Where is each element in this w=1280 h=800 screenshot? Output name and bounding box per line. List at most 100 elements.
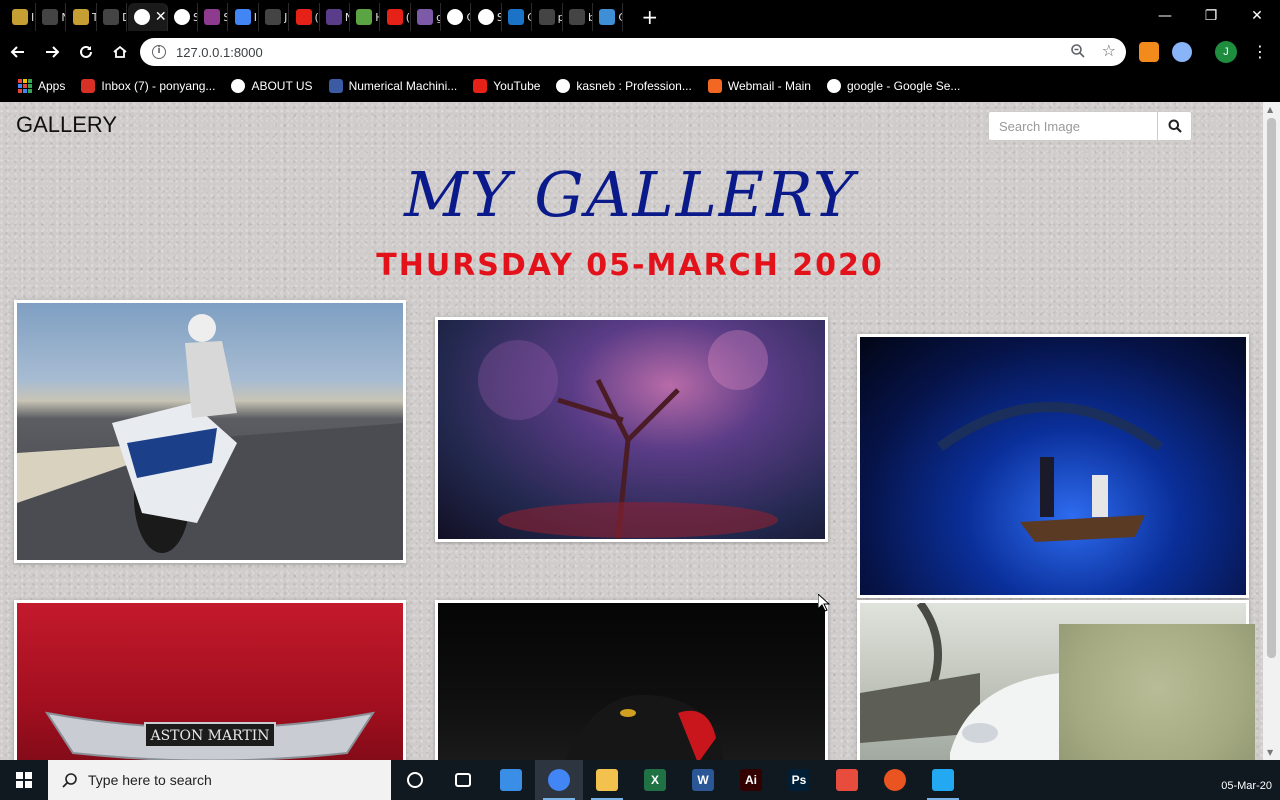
motorcycle-illustration — [17, 314, 403, 560]
mouse-cursor-icon — [818, 594, 830, 612]
bookmark-item[interactable]: Inbox (7) - ponyang... — [81, 79, 215, 93]
tab-title: G — [466, 11, 470, 24]
browser-toolbar: i 127.0.0.1:8000 ☆ — [0, 34, 1280, 70]
image-search-input[interactable] — [988, 111, 1158, 141]
address-bar[interactable]: i 127.0.0.1:8000 ☆ — [140, 38, 1126, 66]
taskbar-app-red-button[interactable] — [823, 760, 871, 800]
gallery-image-night-boat[interactable] — [857, 334, 1249, 598]
taskbar-illustrator-button[interactable]: Ai — [727, 760, 775, 800]
bookmark-item[interactable]: ABOUT US — [231, 79, 313, 93]
navbar-brand[interactable]: GALLERY — [16, 112, 117, 138]
minimize-button[interactable]: — — [1142, 0, 1188, 34]
gallery-image-fantasy-forest[interactable] — [435, 317, 828, 542]
tab-title: Ins — [253, 10, 258, 24]
taskbar-vscode-button[interactable] — [919, 760, 967, 800]
close-window-button[interactable]: ✕ — [1234, 0, 1280, 34]
taskbar-store-button[interactable] — [487, 760, 535, 800]
restore-button[interactable]: ❐ — [1188, 0, 1234, 34]
url-text[interactable]: 127.0.0.1:8000 — [176, 45, 263, 60]
gallery-image-covered-sports-car[interactable] — [435, 600, 828, 760]
browser-tab[interactable]: Hc — [350, 3, 381, 31]
boat-illustration — [937, 402, 1163, 542]
page-scrollbar[interactable]: ▲ ▼ — [1263, 102, 1280, 760]
bookmark-item[interactable]: Apps — [18, 79, 65, 93]
scroll-up-icon[interactable]: ▲ — [1267, 105, 1273, 114]
browser-tab[interactable]: Sla — [198, 3, 229, 31]
bookmark-favicon-icon — [81, 79, 96, 93]
taskbar-apps: X W Ai Ps — [391, 760, 967, 800]
browser-tab[interactable]: Cl — [502, 3, 533, 31]
taskbar-excel-button[interactable]: X — [631, 760, 679, 800]
browser-tab[interactable]: Sit — [168, 3, 198, 31]
bookmark-favicon-icon — [328, 79, 343, 93]
bookmark-favicon-icon — [556, 79, 571, 93]
tab-title: ph — [557, 10, 562, 24]
extension-icon[interactable] — [1139, 42, 1159, 62]
extension-icon[interactable] — [1172, 42, 1192, 62]
browser-tab[interactable]: ga — [411, 3, 442, 31]
tab-title: Ja — [284, 10, 288, 24]
browser-tab[interactable]: In — [6, 3, 36, 31]
forward-button[interactable] — [36, 36, 68, 68]
zoom-icon[interactable] — [1070, 43, 1086, 59]
close-tab-icon[interactable]: ✕ — [155, 9, 167, 25]
bookmark-item[interactable]: Numerical Machini... — [328, 79, 457, 93]
bookmark-star-icon[interactable]: ☆ — [1102, 41, 1116, 60]
home-button[interactable] — [104, 36, 136, 68]
browser-tab[interactable]: CC — [593, 3, 624, 31]
tab-favicon-icon — [417, 9, 434, 25]
browser-tab[interactable]: Na — [320, 3, 350, 31]
tab-favicon-icon — [42, 9, 59, 25]
store-icon — [500, 769, 522, 791]
browser-tab[interactable]: (6 — [290, 3, 320, 31]
taskbar-photoshop-button[interactable]: Ps — [775, 760, 823, 800]
chrome-icon — [548, 769, 570, 791]
taskbar-ubuntu-button[interactable] — [871, 760, 919, 800]
taskbar-task-view-button[interactable] — [439, 760, 487, 800]
site-info-icon[interactable]: i — [152, 45, 166, 59]
browser-tab[interactable]: ph — [533, 3, 563, 31]
bookmark-favicon-icon — [473, 79, 488, 93]
reload-icon — [80, 45, 92, 58]
browser-tab[interactable]: G — [441, 3, 472, 31]
profile-avatar[interactable]: J — [1215, 41, 1237, 63]
tab-list: In Ne Tu De ✕ Sit Sla Ins Ja (6 Na Hc (6 ga G Se Cl ph be C… — [0, 0, 662, 34]
browser-tab[interactable]: Ins — [229, 3, 259, 31]
reload-button[interactable] — [70, 36, 102, 68]
browser-tab[interactable]: Ne — [36, 3, 67, 31]
browser-tab[interactable]: Tu — [67, 3, 97, 31]
browser-tab[interactable]: De — [97, 3, 128, 31]
taskbar-file-explorer-button[interactable] — [583, 760, 631, 800]
windows-logo-icon — [16, 772, 32, 788]
gallery-image-aston-martin[interactable]: ASTON MARTIN — [14, 600, 406, 760]
tab-title: Ne — [61, 11, 65, 24]
bookmark-item[interactable]: google - Google Se... — [826, 79, 960, 93]
scrollbar-thumb[interactable] — [1267, 118, 1276, 658]
browser-menu-icon[interactable]: ⋮ — [1252, 42, 1268, 61]
browser-tab[interactable]: ✕ — [127, 3, 168, 31]
bookmark-label: Webmail - Main — [727, 79, 811, 93]
browser-tab[interactable]: (6 — [381, 3, 411, 31]
home-icon — [113, 45, 127, 58]
taskbar-chrome-button[interactable] — [535, 760, 583, 800]
browser-tab[interactable]: Ja — [259, 3, 290, 31]
bookmark-item[interactable]: YouTube — [473, 79, 540, 93]
new-tab-button[interactable]: + — [638, 5, 662, 29]
tab-favicon-icon — [356, 9, 373, 25]
bookmark-item[interactable]: kasneb : Profession... — [556, 79, 692, 93]
start-button[interactable] — [0, 760, 48, 800]
tab-favicon-icon — [103, 9, 120, 25]
back-button[interactable] — [2, 36, 34, 68]
search-button[interactable] — [1158, 111, 1192, 141]
browser-tab[interactable]: be — [563, 3, 594, 31]
taskbar-cortana-button[interactable] — [391, 760, 439, 800]
bookmark-item[interactable]: Webmail - Main — [707, 79, 811, 93]
tab-title: (6 — [314, 10, 319, 24]
taskbar-word-button[interactable]: W — [679, 760, 727, 800]
browser-tab[interactable]: Se — [472, 3, 502, 31]
tab-title: In — [31, 10, 35, 24]
forward-arrow-icon — [46, 46, 60, 58]
taskbar-search-box[interactable]: Type here to search — [48, 760, 391, 800]
gallery-image-motorcycle[interactable] — [14, 300, 406, 563]
scroll-down-icon[interactable]: ▼ — [1267, 748, 1273, 757]
